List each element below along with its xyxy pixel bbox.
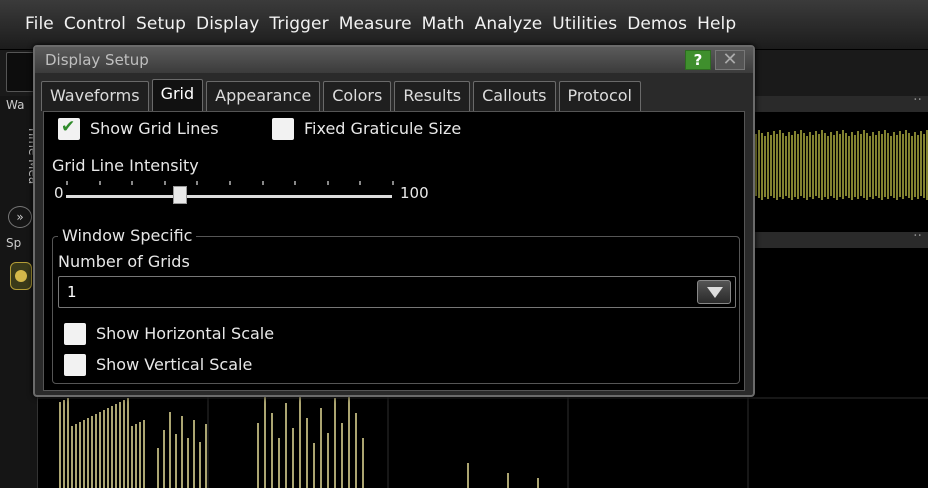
menu-item-measure[interactable]: Measure — [334, 14, 417, 34]
intensity-min-label: 0 — [54, 184, 64, 202]
grid-intensity-label: Grid Line Intensity — [52, 156, 199, 175]
menu-item-utilities[interactable]: Utilities — [547, 14, 622, 34]
help-button[interactable]: ? — [685, 50, 711, 70]
waveform-tab[interactable]: Wa — [6, 98, 24, 112]
dialog-title: Display Setup — [45, 51, 149, 69]
menu-item-trigger[interactable]: Trigger — [264, 14, 333, 34]
dialog-titlebar[interactable]: Display Setup ? ✕ — [35, 47, 753, 73]
close-button[interactable]: ✕ — [715, 50, 745, 70]
show-horizontal-scale-checkbox[interactable] — [64, 323, 86, 345]
function-badge-icon[interactable] — [10, 262, 32, 290]
waveform-trace — [755, 130, 928, 200]
slider-tick — [326, 181, 329, 185]
more-icon[interactable]: ·· — [913, 92, 922, 108]
fixed-graticule-label: Fixed Graticule Size — [304, 119, 462, 138]
tab-callouts[interactable]: Callouts — [473, 81, 556, 111]
menu-item-math[interactable]: Math — [417, 14, 470, 34]
show-grid-lines-label: Show Grid Lines — [90, 119, 219, 138]
tab-protocol[interactable]: Protocol — [558, 81, 641, 111]
intensity-max-label: 100 — [400, 184, 429, 202]
slider-tick — [163, 181, 166, 185]
waveform-window-header: ·· — [752, 92, 928, 112]
menu-item-control[interactable]: Control — [59, 14, 131, 34]
tab-appearance[interactable]: Appearance — [206, 81, 321, 111]
slider-track[interactable] — [66, 195, 392, 198]
more-icon[interactable]: ·· — [913, 228, 922, 244]
menu-bar: File Control Setup Display Trigger Measure Mat… — [0, 0, 928, 50]
menu-item-help[interactable]: Help — [692, 14, 741, 34]
dropdown-button[interactable] — [697, 280, 731, 304]
number-of-grids-value: 1 — [67, 283, 77, 301]
menu-item-setup[interactable]: Setup — [131, 14, 191, 34]
fixed-graticule-checkbox[interactable] — [272, 118, 294, 140]
spectrum-tab[interactable]: Sp — [6, 236, 21, 250]
chevron-down-icon — [707, 287, 723, 298]
slider-tick — [261, 181, 264, 185]
menu: File Control Setup Display Trigger Measure Mat… — [20, 14, 741, 34]
slider-tick — [196, 181, 199, 185]
slider-tick — [98, 181, 101, 185]
show-vertical-scale-label: Show Vertical Scale — [96, 355, 253, 374]
menu-item-file[interactable]: File — [20, 14, 59, 34]
number-of-grids-label: Number of Grids — [58, 252, 190, 271]
tab-results[interactable]: Results — [394, 81, 471, 111]
number-of-grids-select[interactable]: 1 — [58, 276, 736, 308]
slider-tick — [229, 181, 231, 185]
tab-colors[interactable]: Colors — [323, 81, 392, 111]
expand-chevron-icon[interactable]: » — [8, 206, 32, 228]
waveform-window — [752, 112, 928, 232]
menu-item-analyze[interactable]: Analyze — [470, 14, 548, 34]
slider-tick — [294, 181, 297, 185]
show-grid-lines-checkbox[interactable] — [58, 117, 80, 140]
tab-waveforms[interactable]: Waveforms — [41, 81, 149, 111]
window-specific-title: Window Specific — [58, 226, 197, 245]
slider-tick — [392, 181, 394, 185]
slider-tick — [131, 181, 134, 185]
menu-item-display[interactable]: Display — [191, 14, 264, 34]
show-horizontal-scale-label: Show Horizontal Scale — [96, 324, 275, 343]
show-vertical-scale-checkbox[interactable] — [64, 354, 86, 376]
dialog-tabs: Waveforms Grid Appearance Colors Results Call… — [41, 79, 641, 111]
slider-tick — [66, 181, 68, 185]
slider-tick — [359, 181, 362, 185]
menu-item-demos[interactable]: Demos — [622, 14, 692, 34]
tab-grid[interactable]: Grid — [151, 79, 204, 111]
spectrum-window-header: ·· — [752, 228, 928, 248]
slider-thumb[interactable] — [173, 186, 188, 204]
